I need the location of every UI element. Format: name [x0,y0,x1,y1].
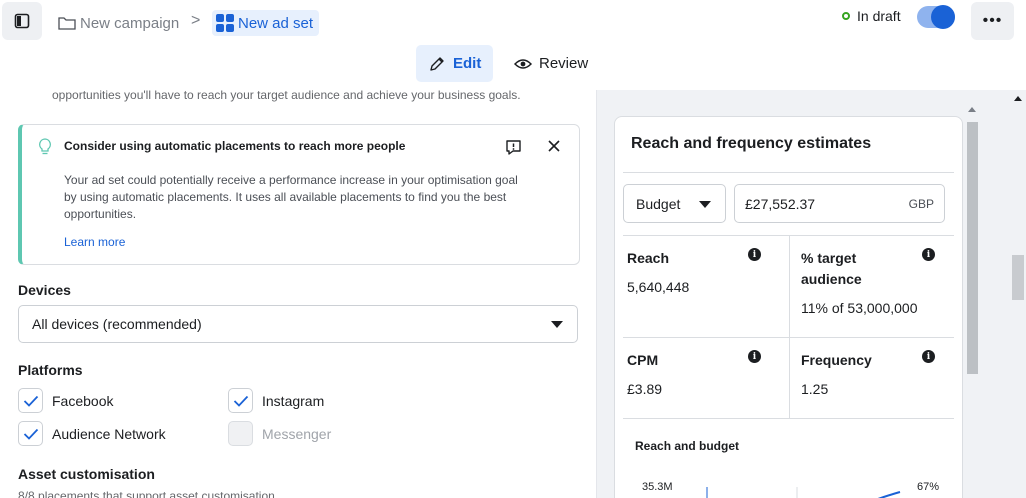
metric-reach: Reach 5,640,448 i [615,236,781,337]
placement-tip-card: Consider using automatic placements to r… [18,124,580,265]
budget-type-select[interactable]: Budget [623,184,726,223]
feedback-icon[interactable] [505,139,522,156]
status-dot-icon [842,12,850,20]
card-scrollbar[interactable] [965,107,979,498]
caret-down-icon [699,201,711,208]
folder-icon [58,17,76,30]
info-icon[interactable]: i [748,248,761,261]
info-icon[interactable]: i [922,248,935,261]
platform-messenger-checkbox: Messenger [228,421,331,446]
tab-edit-label: Edit [453,55,482,72]
divider [623,172,954,173]
checkmark-icon [18,388,43,413]
intro-text: opportunities you'll have to reach your … [52,90,521,102]
metric-cpm: CPM £3.89 i [615,338,781,418]
divider [623,418,954,419]
metric-reach-label: Reach [627,250,670,266]
platform-label: Instagram [262,392,325,409]
estimates-panel: Reach and frequency estimates Budget £27… [596,90,1026,498]
more-options-icon: ••• [982,12,1003,29]
reach-frequency-card: Reach and frequency estimates Budget £27… [614,116,963,498]
platform-audience-network-checkbox[interactable]: Audience Network [18,421,166,446]
scroll-up-arrow-icon[interactable] [1014,96,1022,101]
checkmark-icon [228,388,253,413]
breadcrumb-separator: > [191,12,201,29]
platform-label: Facebook [52,392,114,409]
sidebar-toggle-button[interactable] [2,2,42,40]
asset-customisation-label: Asset customisation [18,466,155,482]
budget-type-value: Budget [636,196,681,212]
ad-set-toggle[interactable] [917,5,955,29]
budget-amount-value: £27,552.37 [745,196,816,212]
metric-target-value: 11% of 53,000,000 [801,300,918,316]
reach-budget-chart-title: Reach and budget [635,439,740,453]
info-icon[interactable]: i [922,350,935,363]
ad-set-grid-icon [216,14,234,32]
breadcrumb-ad-set-label: New ad set [238,14,314,32]
ad-set-form: opportunities you'll have to reach your … [0,90,596,498]
breadcrumb-campaign[interactable]: New campaign [58,10,179,36]
platform-facebook-checkbox[interactable]: Facebook [18,388,113,413]
platform-label: Audience Network [52,425,166,442]
reach-budget-chart [706,487,901,498]
tip-body: Your ad set could potentially receive a … [64,173,518,221]
metric-frequency: Frequency 1.25 i [789,338,955,418]
close-icon[interactable] [547,139,561,153]
devices-select[interactable]: All devices (recommended) [18,305,578,343]
info-icon[interactable]: i [748,350,761,363]
checkmark-icon [18,421,43,446]
panel-scrollbar[interactable] [1009,90,1026,498]
panel-scrollbar-thumb[interactable] [1012,255,1024,300]
learn-more-link[interactable]: Learn more [64,235,125,249]
currency-label: GBP [908,197,934,211]
platform-label: Messenger [262,425,332,442]
tip-title: Consider using automatic placements to r… [64,139,406,153]
breadcrumb-campaign-label: New campaign [80,14,180,32]
toggle-knob [931,5,955,29]
metric-cpm-label: CPM [627,352,659,368]
metric-target-label: % target audience [801,250,862,287]
eye-icon [514,58,532,69]
pencil-icon [430,56,444,71]
top-bar: New campaign > New ad set In draft ••• E… [0,0,1026,90]
tab-review[interactable]: Review [512,45,588,82]
card-title: Reach and frequency estimates [631,135,872,152]
caret-down-icon [551,321,563,328]
chart-reach-curve [877,491,901,498]
sidebar-panel-icon [14,13,30,29]
metric-target-audience: % target audience 11% of 53,000,000 i [789,236,955,337]
devices-selected-value: All devices (recommended) [32,316,202,332]
budget-amount-input[interactable]: £27,552.37 GBP [734,184,945,223]
draft-status: In draft [842,8,901,24]
metric-reach-value: 5,640,448 [627,279,690,295]
scroll-up-arrow-icon[interactable] [968,107,976,112]
devices-label: Devices [18,282,71,298]
asset-customisation-sub: 8/8 placements that support asset custom… [18,489,275,498]
platforms-label: Platforms [18,362,83,378]
breadcrumb-ad-set[interactable]: New ad set [212,10,320,36]
tab-edit[interactable]: Edit [416,45,493,82]
status-label: In draft [857,8,901,24]
metric-frequency-value: 1.25 [801,381,829,397]
tab-review-label: Review [539,55,589,72]
card-scrollbar-thumb[interactable] [967,122,978,374]
metric-cpm-value: £3.89 [627,381,663,397]
platform-instagram-checkbox[interactable]: Instagram [228,388,324,413]
more-options-button[interactable]: ••• [971,2,1014,40]
empty-checkbox [228,421,253,446]
lightbulb-icon [39,138,51,155]
metric-frequency-label: Frequency [801,352,872,368]
